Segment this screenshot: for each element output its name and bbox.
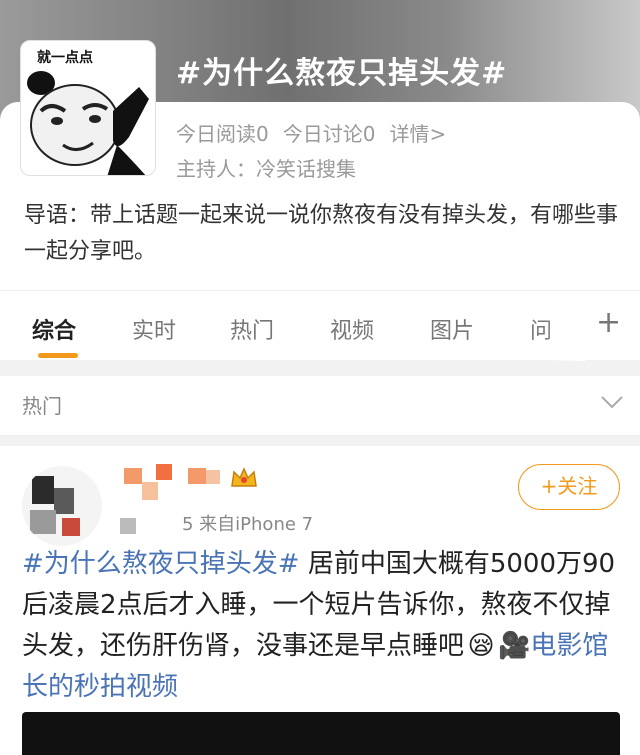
- crown-icon: [231, 467, 257, 487]
- reads-count: 今日阅读0: [176, 122, 269, 146]
- tab-fade: [545, 291, 585, 361]
- topic-host[interactable]: 主持人：冷笑话搜集: [176, 153, 356, 182]
- follow-button[interactable]: +关注: [518, 464, 620, 510]
- post-body: #为什么熬夜只掉头发# 居前中国大概有5000万90后凌晨2点后才入睡，一个短片…: [22, 544, 622, 708]
- avatar-caption: 就一点点: [37, 50, 93, 66]
- tab-realtime[interactable]: 实时: [132, 313, 176, 345]
- chevron-down-icon[interactable]: [600, 394, 624, 410]
- topic-avatar: 就一点点: [20, 40, 156, 176]
- discussions-count: 今日讨论0: [282, 122, 376, 146]
- add-tab-icon[interactable]: +: [596, 305, 621, 340]
- weibo-post: 5 来自iPhone 7 +关注 #为什么熬夜只掉头发# 居前中国大概有5000…: [0, 446, 640, 755]
- tab-images[interactable]: 图片: [430, 313, 474, 345]
- sleepy-emoji-icon: 😪: [467, 631, 495, 661]
- active-tab-indicator: [38, 353, 78, 358]
- tab-comprehensive[interactable]: 综合: [32, 313, 76, 345]
- post-meta: 5 来自iPhone 7: [182, 514, 314, 535]
- tab-bar: 综合 实时 热门 视频 图片 问 +: [0, 290, 640, 361]
- topic-title: #为什么熬夜只掉头发#: [176, 56, 508, 91]
- details-link[interactable]: 详情>: [389, 118, 446, 147]
- video-link-icon: 🎥: [498, 631, 531, 661]
- user-avatar[interactable]: [22, 466, 102, 546]
- tab-video[interactable]: 视频: [330, 313, 374, 345]
- post-hashtag[interactable]: #为什么熬夜只掉头发#: [22, 549, 300, 579]
- section-label: 热门: [22, 394, 62, 418]
- tab-hot[interactable]: 热门: [230, 313, 274, 345]
- video-thumbnail[interactable]: [22, 712, 620, 755]
- hot-section-header[interactable]: 热门: [0, 376, 640, 436]
- topic-intro: 导语：带上话题一起来说一说你熬夜有没有掉头发，有哪些事一起分享吧。: [24, 203, 619, 264]
- topic-stats: 今日阅读0 今日讨论0 详情>: [176, 118, 446, 147]
